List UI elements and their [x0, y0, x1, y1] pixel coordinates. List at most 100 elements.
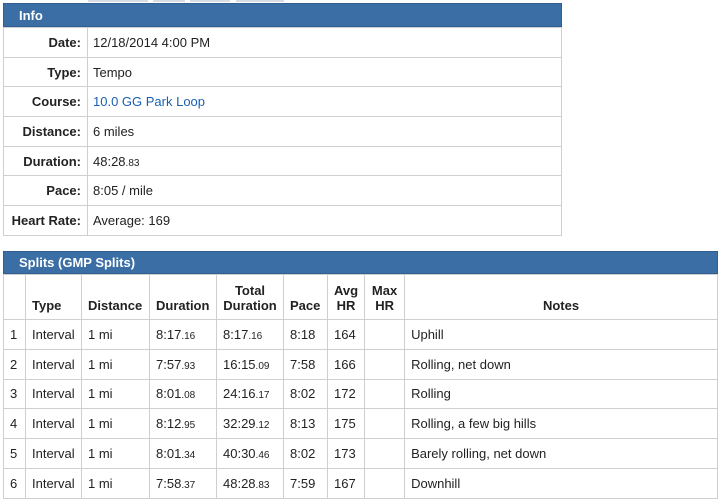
split-total-main: 40:30: [223, 446, 256, 462]
split-notes: Barely rolling, net down: [404, 438, 718, 469]
col-header-avg-hr: Avg HR: [326, 274, 366, 320]
col-header-notes: Notes: [404, 274, 718, 320]
split-number: 3: [3, 378, 26, 410]
split-duration: 7:58.37: [149, 467, 217, 499]
info-value-date: 12/18/2014 4:00 PM: [87, 27, 562, 58]
split-duration: 8:01.34: [149, 438, 217, 469]
split-duration-main: 8:12: [156, 416, 182, 432]
split-number: 1: [3, 319, 26, 350]
split-row: 4 Interval 1 mi 8:12.95 32:29.12 8:13 17…: [3, 408, 718, 440]
split-duration-fraction: .37: [181, 479, 196, 491]
split-total-duration: 24:16.17: [216, 378, 284, 410]
split-max-hr: [364, 467, 406, 499]
course-link[interactable]: 10.0 GG Park Loop: [93, 94, 205, 109]
split-distance: 1 mi: [81, 467, 150, 499]
split-duration-fraction: .08: [181, 390, 196, 402]
col-header-total-line2: Duration: [223, 298, 277, 313]
info-value-pace: 8:05 / mile: [87, 175, 562, 207]
split-distance: 1 mi: [81, 348, 150, 380]
split-distance: 1 mi: [81, 378, 150, 410]
info-row-duration: Duration: 48:28.83: [3, 145, 562, 177]
split-max-hr: [364, 438, 406, 469]
split-row: 1 Interval 1 mi 8:17.16 8:17.16 8:18 164…: [3, 319, 718, 350]
split-total-main: 32:29: [223, 416, 256, 432]
split-total-fraction: .83: [255, 479, 270, 491]
info-value-course: 10.0 GG Park Loop: [87, 86, 562, 118]
split-number: 6: [3, 467, 26, 499]
split-avg-hr: 175: [326, 408, 366, 440]
split-duration: 8:12.95: [149, 408, 217, 440]
split-total-main: 24:16: [223, 386, 256, 402]
info-value-duration: 48:28.83: [87, 145, 562, 177]
info-label: Heart Rate:: [3, 205, 88, 236]
info-table: Date: 12/18/2014 4:00 PM Type: Tempo Cou…: [3, 27, 562, 236]
split-max-hr: [364, 408, 406, 440]
split-number: 2: [3, 348, 26, 380]
split-notes: Rolling, a few big hills: [404, 408, 718, 440]
col-header-type: Type: [25, 274, 82, 320]
split-duration-fraction: .95: [181, 420, 196, 432]
split-total-duration: 32:29.12: [216, 408, 284, 440]
split-row: 3 Interval 1 mi 8:01.08 24:16.17 8:02 17…: [3, 378, 718, 410]
col-header-duration: Duration: [149, 274, 217, 320]
tab-edge: [88, 0, 148, 2]
split-total-duration: 16:15.09: [216, 348, 284, 380]
split-notes: Rolling, net down: [404, 348, 718, 380]
split-type: Interval: [25, 378, 82, 410]
split-duration-main: 7:58: [156, 475, 182, 491]
split-total-fraction: .16: [248, 330, 263, 342]
info-label: Type:: [3, 56, 88, 88]
split-duration-main: 7:57: [156, 356, 182, 372]
split-duration-main: 8:01: [156, 386, 182, 402]
info-label: Pace:: [3, 175, 88, 207]
split-distance: 1 mi: [81, 408, 150, 440]
info-row-date: Date: 12/18/2014 4:00 PM: [3, 27, 562, 58]
duration-fraction: .83: [125, 157, 140, 169]
split-duration-fraction: .93: [181, 360, 196, 372]
split-total-main: 16:15: [223, 356, 256, 372]
col-header-total-duration: Total Duration: [216, 274, 284, 320]
split-row: 6 Interval 1 mi 7:58.37 48:28.83 7:59 16…: [3, 467, 718, 499]
split-total-main: 48:28: [223, 475, 256, 491]
info-value-type: Tempo: [87, 56, 562, 88]
tab-edge: [236, 0, 284, 2]
split-max-hr: [364, 319, 406, 350]
split-total-duration: 40:30.46: [216, 438, 284, 469]
split-notes: Rolling: [404, 378, 718, 410]
split-type: Interval: [25, 319, 82, 350]
split-row: 5 Interval 1 mi 8:01.34 40:30.46 8:02 17…: [3, 438, 718, 469]
split-pace: 7:58: [283, 348, 328, 380]
split-duration-main: 8:17: [156, 326, 182, 342]
col-header-max-line1: Max: [371, 283, 398, 298]
col-header-avg-line2: HR: [336, 298, 356, 313]
split-pace: 7:59: [283, 467, 328, 499]
split-total-main: 8:17: [223, 326, 249, 342]
duration-main: 48:28: [93, 153, 126, 169]
split-type: Interval: [25, 348, 82, 380]
split-avg-hr: 167: [326, 467, 366, 499]
split-total-fraction: .46: [255, 450, 270, 462]
split-distance: 1 mi: [81, 438, 150, 469]
split-pace: 8:18: [283, 319, 328, 350]
split-distance: 1 mi: [81, 319, 150, 350]
info-panel-header: Info: [3, 3, 562, 27]
col-header-pace: Pace: [283, 274, 328, 320]
info-value-distance: 6 miles: [87, 116, 562, 147]
tab-edge: [190, 0, 230, 2]
split-type: Interval: [25, 408, 82, 440]
split-avg-hr: 172: [326, 378, 366, 410]
info-row-type: Type: Tempo: [3, 56, 562, 88]
col-header-total-line1: Total: [234, 283, 266, 298]
split-duration-main: 8:01: [156, 446, 182, 462]
col-header-number: [3, 274, 26, 320]
split-row: 2 Interval 1 mi 7:57.93 16:15.09 7:58 16…: [3, 348, 718, 380]
info-row-heart-rate: Heart Rate: Average: 169: [3, 205, 562, 236]
split-type: Interval: [25, 467, 82, 499]
split-max-hr: [364, 348, 406, 380]
col-header-max-line2: HR: [375, 298, 394, 313]
split-duration: 7:57.93: [149, 348, 217, 380]
info-row-pace: Pace: 8:05 / mile: [3, 175, 562, 207]
split-notes: Uphill: [404, 319, 718, 350]
split-pace: 8:13: [283, 408, 328, 440]
split-duration: 8:01.08: [149, 378, 217, 410]
